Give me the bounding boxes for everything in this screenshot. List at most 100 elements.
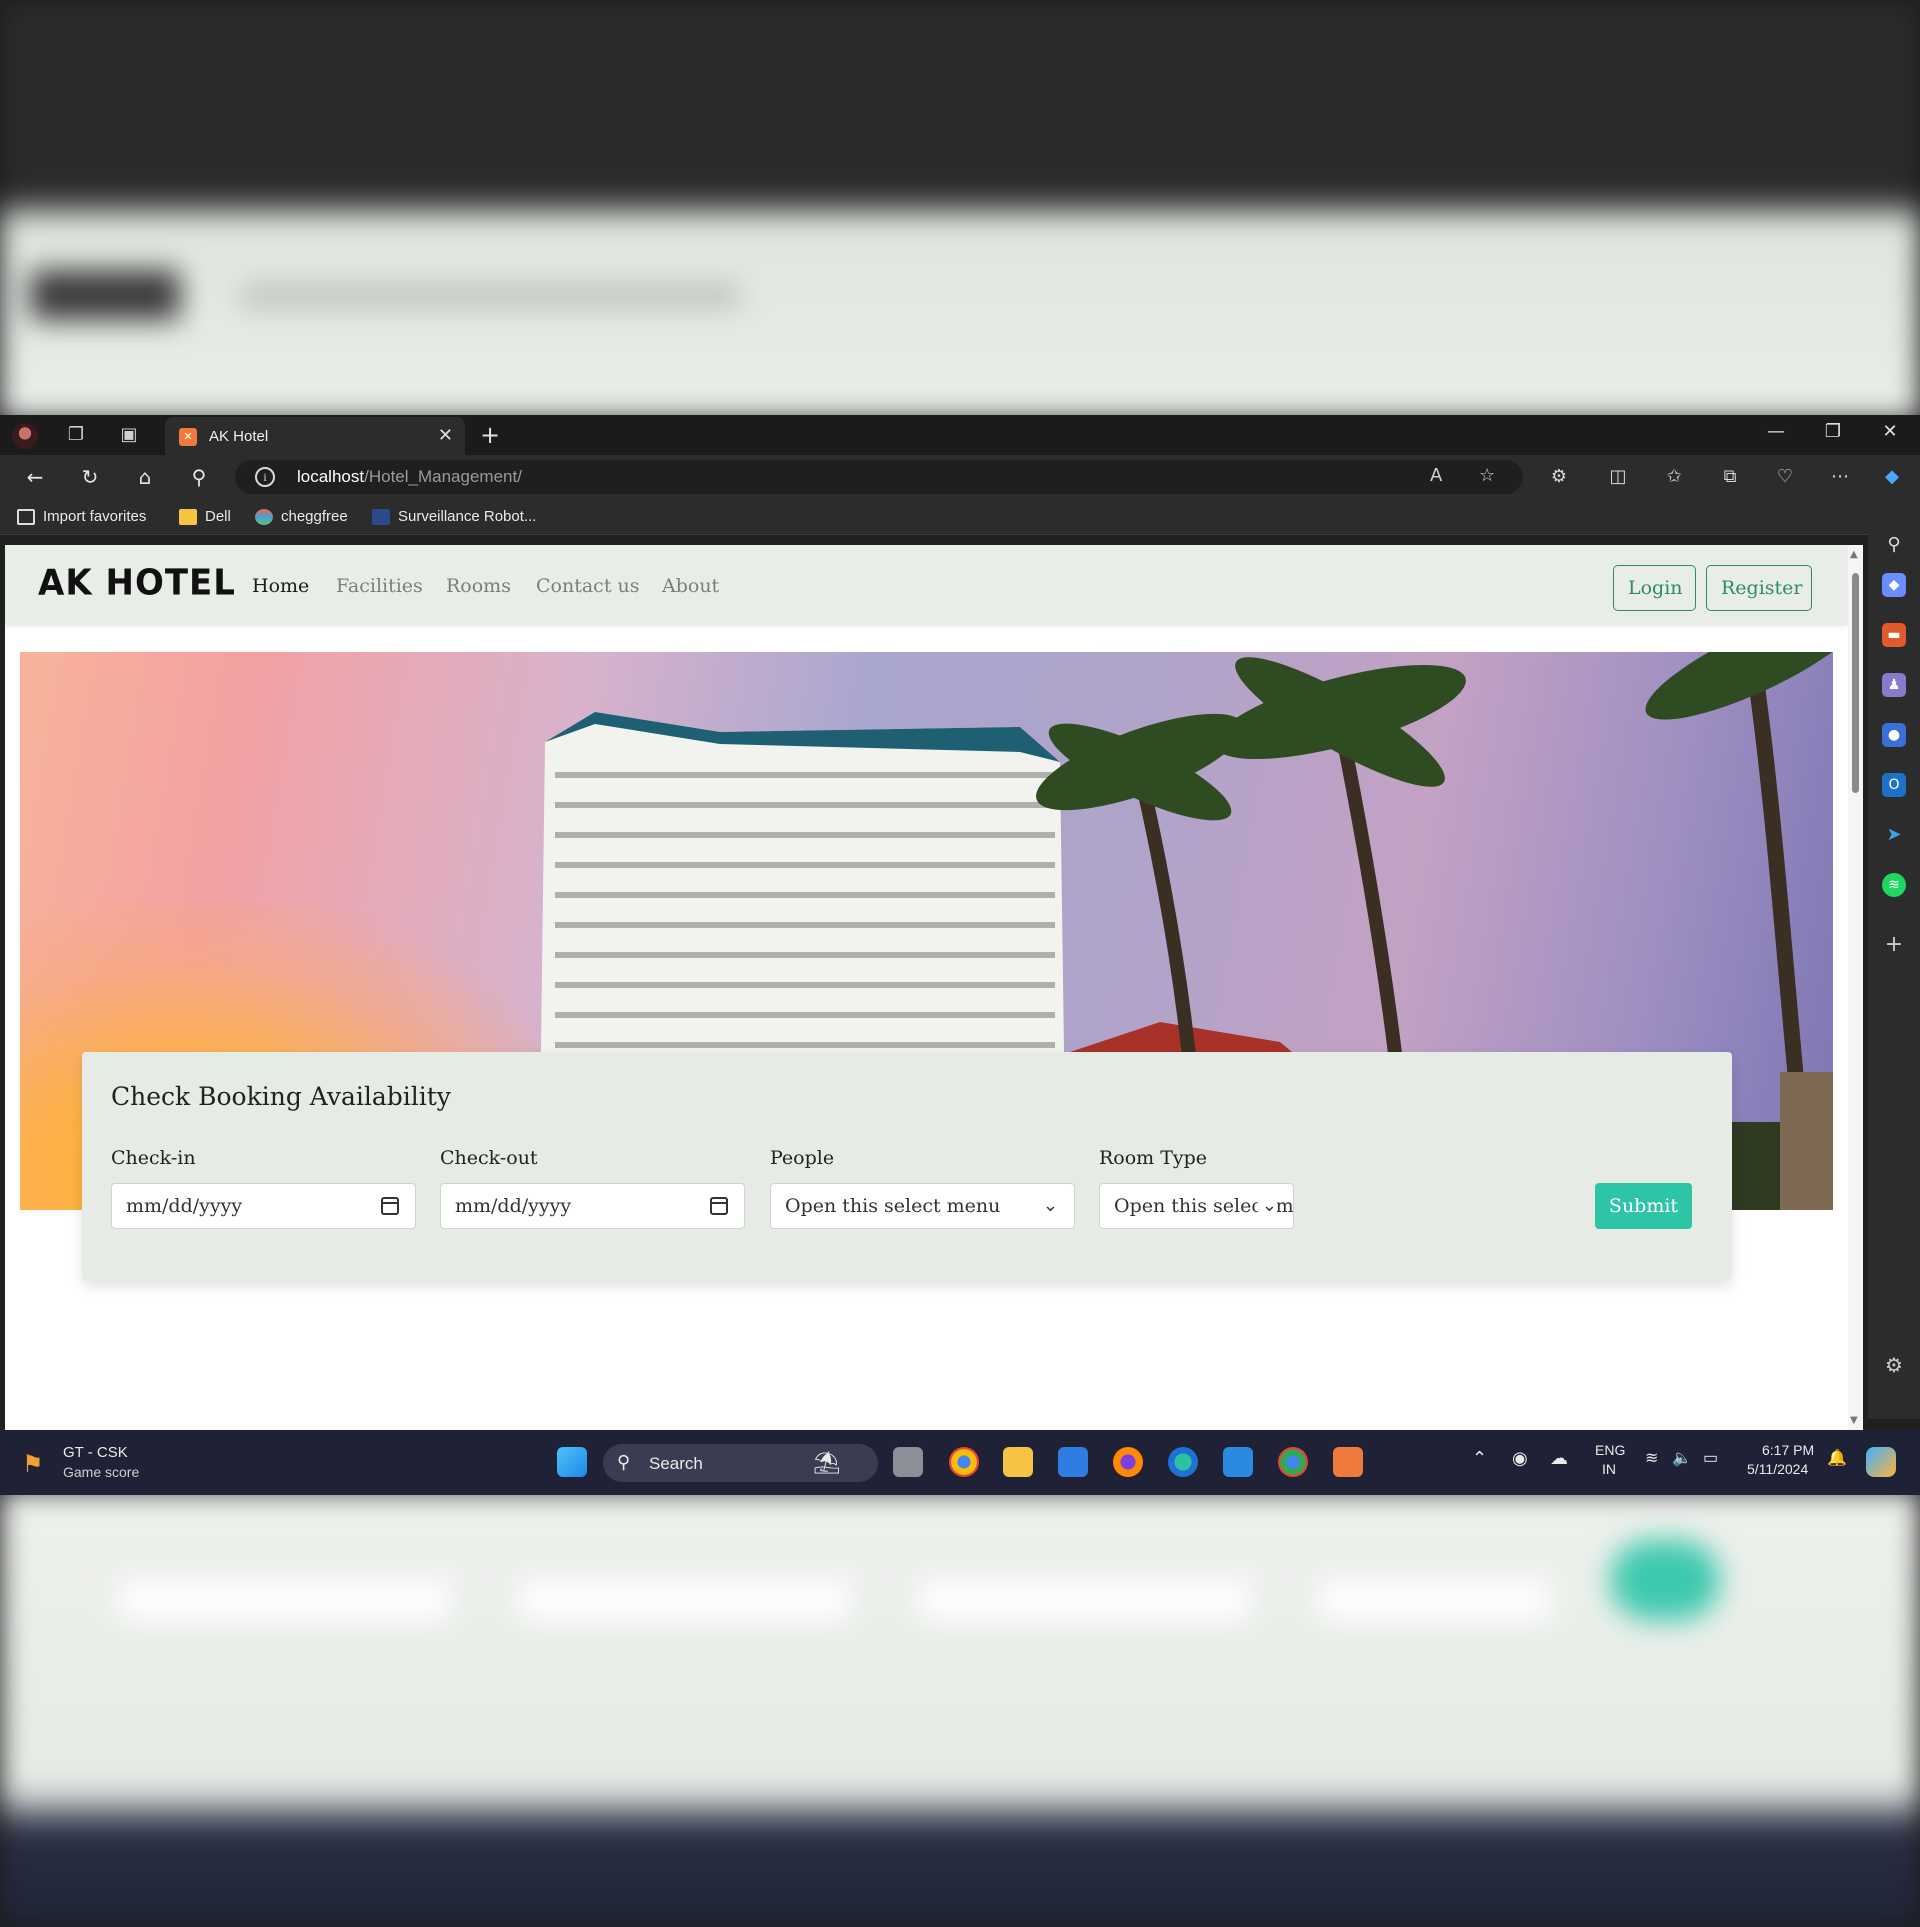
edge-icon[interactable] <box>1168 1447 1198 1477</box>
nav-facilities[interactable]: Facilities <box>336 575 423 597</box>
booking-availability-card: Check Booking Availability Check-in mm/d… <box>82 1052 1732 1280</box>
nav-about[interactable]: About <box>662 575 719 597</box>
telegram-icon[interactable]: ➤ <box>1882 823 1906 847</box>
scrollbar-thumb[interactable] <box>1852 573 1859 793</box>
new-tab-icon[interactable]: + <box>480 421 500 449</box>
extensions-icon[interactable]: ⚙ <box>1545 464 1573 490</box>
bookmark-surveillance-robot[interactable]: Surveillance Robot... <box>372 508 536 525</box>
site-info-icon[interactable]: i <box>255 467 275 487</box>
register-button[interactable]: Register <box>1706 565 1812 611</box>
nav-rooms[interactable]: Rooms <box>446 575 511 597</box>
wifi-icon[interactable]: ≋ <box>1645 1448 1658 1468</box>
calendar-icon[interactable] <box>381 1197 399 1215</box>
scroll-up-icon[interactable]: ▲ <box>1850 549 1858 560</box>
windows-start-icon[interactable] <box>557 1447 587 1477</box>
widget-subtitle[interactable]: Game score <box>63 1464 139 1480</box>
chrome-profile-icon[interactable] <box>1278 1447 1308 1477</box>
window-close-icon[interactable]: ✕ <box>1870 421 1910 442</box>
notification-bell-icon[interactable]: 🔔 <box>1827 1448 1847 1468</box>
tab-ak-hotel[interactable]: ✕ AK Hotel ✕ <box>165 417 465 455</box>
collections-icon[interactable]: ⧉ <box>1716 464 1744 490</box>
checkin-placeholder: mm/dd/yyyy <box>126 1195 243 1217</box>
checkout-placeholder: mm/dd/yyyy <box>455 1195 572 1217</box>
nav-contact-us[interactable]: Contact us <box>536 575 639 597</box>
vscode-icon[interactable] <box>1223 1447 1253 1477</box>
favorites-icon[interactable]: ✩ <box>1660 464 1688 490</box>
performance-icon[interactable]: ♡ <box>1771 464 1799 490</box>
favorite-star-icon[interactable]: ☆ <box>1479 465 1495 486</box>
chevron-down-icon: ⌄ <box>1257 1184 1277 1228</box>
checkin-date-input[interactable]: mm/dd/yyyy <box>111 1183 416 1229</box>
restore-icon[interactable]: ❐ <box>1813 421 1853 442</box>
more-menu-icon[interactable]: ⋯ <box>1826 464 1854 490</box>
login-button[interactable]: Login <box>1613 565 1696 611</box>
site-navbar: AK HOTEL Home Facilities Rooms Contact u… <box>5 545 1848 625</box>
roomtype-select[interactable]: Open this select me ⌄ <box>1099 1183 1294 1229</box>
workspaces-icon[interactable]: ❐ <box>64 423 88 447</box>
tab-actions-icon[interactable]: ▣ <box>117 423 141 447</box>
back-icon[interactable]: ← <box>22 464 48 490</box>
nav-home[interactable]: Home <box>252 575 309 597</box>
split-screen-icon[interactable]: ◫ <box>1604 464 1632 490</box>
site-brand-logo[interactable]: AK HOTEL <box>38 562 236 604</box>
search-icon: ⚲ <box>617 1452 631 1472</box>
calendar-icon[interactable] <box>710 1197 728 1215</box>
read-aloud-icon[interactable]: A <box>1430 465 1442 486</box>
cheggfree-icon <box>255 508 273 525</box>
edge-sidebar: ⚲ ◆ ▬ ♟ ● O ➤ ≋ + ⚙ <box>1868 499 1920 1419</box>
add-sidebar-app-icon[interactable]: + <box>1882 933 1906 957</box>
copilot-icon[interactable]: ◆ <box>1878 464 1906 490</box>
widget-title[interactable]: GT - CSK <box>63 1444 128 1461</box>
language-top[interactable]: ENG <box>1595 1442 1625 1458</box>
outlook-icon[interactable]: O <box>1882 773 1906 797</box>
page-scrollbar[interactable]: ▲ ▼ <box>1848 545 1863 1430</box>
chevron-down-icon: ⌄ <box>1042 1195 1058 1216</box>
games-icon[interactable]: ♟ <box>1882 673 1906 697</box>
tools-briefcase-icon[interactable]: ▬ <box>1882 623 1906 647</box>
home-icon[interactable]: ⌂ <box>132 464 158 490</box>
language-bottom[interactable]: IN <box>1602 1461 1616 1477</box>
bookmarks-bar: Import favorites Dell cheggfree Surveill… <box>0 499 1920 535</box>
tab-title: AK Hotel <box>209 428 269 445</box>
blurred-background-bottom <box>0 1490 1920 1927</box>
shopping-tag-icon[interactable]: ◆ <box>1882 573 1906 597</box>
xampp-favicon-icon: ✕ <box>179 428 197 446</box>
clock-date[interactable]: 5/11/2024 <box>1747 1461 1808 1477</box>
spotify-icon[interactable]: ≋ <box>1882 873 1906 897</box>
scroll-down-icon[interactable]: ▼ <box>1850 1415 1858 1426</box>
profile-avatar[interactable] <box>12 423 38 449</box>
tray-app-icon[interactable]: ◉ <box>1512 1448 1528 1469</box>
sidebar-search-icon[interactable]: ⚲ <box>1882 533 1906 557</box>
task-view-icon[interactable] <box>893 1447 923 1477</box>
clock-time[interactable]: 6:17 PM <box>1762 1442 1814 1458</box>
minimize-icon[interactable]: — <box>1756 421 1796 442</box>
copilot-taskbar-icon[interactable] <box>1866 1447 1896 1477</box>
booking-title: Check Booking Availability <box>111 1082 451 1111</box>
onedrive-icon[interactable]: ☁ <box>1550 1448 1568 1469</box>
copilot-sidebar-icon[interactable]: ● <box>1882 723 1906 747</box>
bookmark-cheggfree[interactable]: cheggfree <box>255 508 348 525</box>
volume-icon[interactable]: 🔈 <box>1672 1448 1692 1468</box>
battery-icon[interactable]: ▭ <box>1703 1448 1718 1468</box>
taskbar-search[interactable]: ⚲ Search ⛱ <box>603 1444 878 1482</box>
cricket-widget-icon: ⚑ <box>22 1451 44 1478</box>
roomtype-label: Room Type <box>1099 1147 1208 1169</box>
chevron-up-icon[interactable]: ⌃ <box>1472 1448 1487 1469</box>
firefox-icon[interactable] <box>1113 1447 1143 1477</box>
refresh-icon[interactable]: ↻ <box>77 464 103 490</box>
people-label: People <box>770 1147 835 1169</box>
xampp-icon[interactable] <box>1333 1447 1363 1477</box>
close-tab-icon[interactable]: ✕ <box>438 425 453 446</box>
bookmark-dell[interactable]: Dell <box>179 508 231 525</box>
checkout-date-input[interactable]: mm/dd/yyyy <box>440 1183 745 1229</box>
mail-icon[interactable] <box>1058 1447 1088 1477</box>
people-select[interactable]: Open this select menu ⌄ <box>770 1183 1075 1229</box>
address-bar[interactable]: i localhost/Hotel_Management/ A ☆ <box>235 460 1523 494</box>
chrome-icon[interactable] <box>949 1447 979 1477</box>
blurred-background-top <box>0 0 1920 420</box>
bookmark-import-favorites[interactable]: Import favorites <box>17 508 146 525</box>
search-icon[interactable]: ⚲ <box>186 464 212 490</box>
file-explorer-icon[interactable] <box>1003 1447 1033 1477</box>
submit-button[interactable]: Submit <box>1595 1183 1692 1229</box>
sidebar-settings-icon[interactable]: ⚙ <box>1882 1353 1906 1377</box>
